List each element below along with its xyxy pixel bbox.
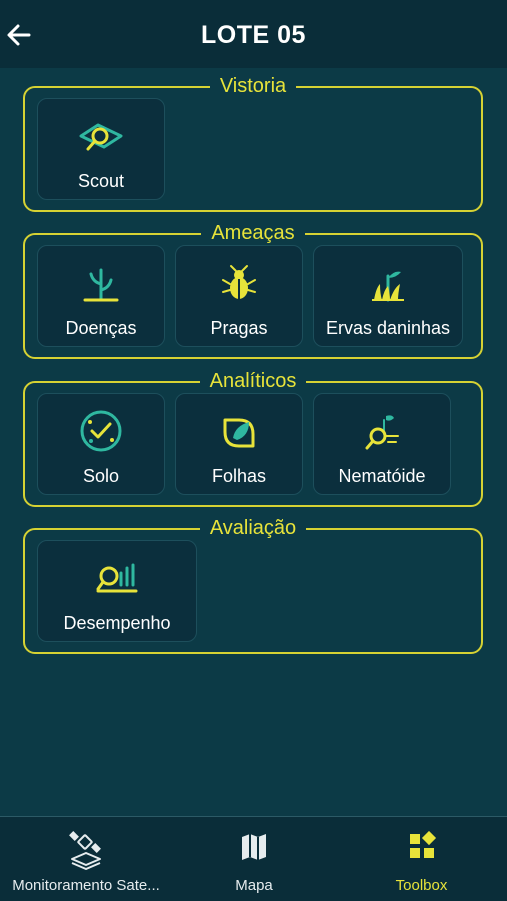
toolbox-icon — [409, 831, 436, 858]
section-vistoria: Vistoria Scout — [23, 75, 483, 212]
pragas-button[interactable]: Pragas — [175, 245, 303, 347]
ervas-daninhas-label: Ervas daninhas — [325, 318, 451, 338]
nematoide-label: Nematóide — [338, 466, 426, 486]
scout-label: Scout — [77, 171, 125, 191]
folhas-label: Folhas — [211, 466, 267, 486]
leaf-icon — [223, 418, 255, 448]
section-title-vistoria: Vistoria — [209, 75, 297, 97]
performance-chart-icon — [96, 563, 138, 593]
solo-label: Solo — [82, 466, 120, 486]
nematoide-button[interactable]: Nematóide — [313, 393, 451, 495]
doencas-button[interactable]: Doenças — [37, 245, 165, 347]
section-title-ameacas: Ameaças — [201, 222, 305, 244]
pragas-label: Pragas — [210, 318, 268, 338]
section-title-avaliacao: Avaliação — [199, 517, 307, 539]
nematode-icon — [365, 415, 399, 450]
solo-button[interactable]: Solo — [37, 393, 165, 495]
tab-toolbox-label: Toolbox — [395, 877, 448, 894]
scout-icon — [79, 123, 123, 151]
tab-mapa[interactable]: Mapa — [172, 817, 336, 901]
tab-toolbox[interactable]: Toolbox — [336, 817, 507, 901]
app-header: LOTE 05 — [0, 0, 507, 68]
section-analiticos: Analíticos Solo Folhas Nematóide — [23, 370, 483, 507]
map-icon — [242, 834, 266, 860]
section-title-analiticos: Analíticos — [199, 370, 307, 392]
bottom-tab-bar: Monitoramento Sate... Mapa Toolbox — [0, 816, 507, 901]
section-avaliacao: Avaliação Desempenho — [23, 517, 483, 654]
weeds-icon — [372, 271, 404, 302]
section-ameacas: Ameaças Doenças Pragas Ervas daninhas — [23, 222, 483, 359]
sprout-disease-icon — [83, 268, 119, 302]
tab-mapa-label: Mapa — [235, 877, 273, 894]
satellite-icon — [69, 831, 101, 870]
tab-monitoramento-satelite[interactable]: Monitoramento Sate... — [0, 817, 172, 901]
page-title: LOTE 05 — [201, 21, 306, 49]
desempenho-label: Desempenho — [63, 613, 171, 633]
bug-icon — [222, 265, 256, 299]
soil-icon — [80, 410, 122, 452]
desempenho-button[interactable]: Desempenho — [37, 540, 197, 642]
ervas-daninhas-button[interactable]: Ervas daninhas — [313, 245, 463, 347]
doencas-label: Doenças — [65, 318, 137, 338]
folhas-button[interactable]: Folhas — [175, 393, 303, 495]
tab-monitoramento-label: Monitoramento Sate... — [12, 877, 160, 894]
scout-button[interactable]: Scout — [37, 98, 165, 200]
